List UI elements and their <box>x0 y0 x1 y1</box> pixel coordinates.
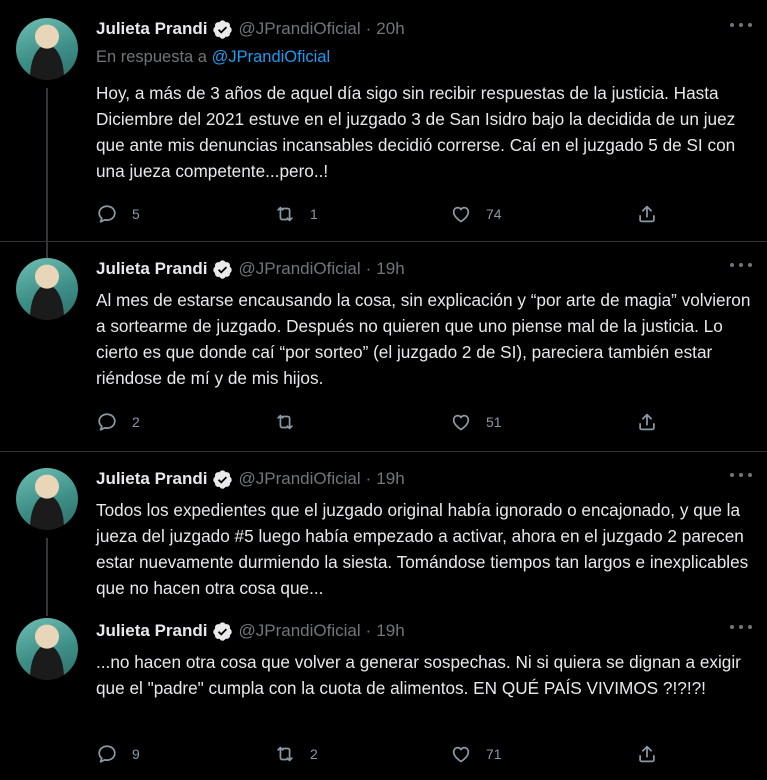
avatar[interactable] <box>16 468 78 530</box>
author-handle[interactable]: @JPrandiOficial <box>238 259 360 279</box>
more-icon[interactable] <box>729 470 753 480</box>
tweet-actions: 2 51 <box>96 410 656 434</box>
like-button[interactable]: 71 <box>450 742 502 766</box>
author-handle[interactable]: @JPrandiOficial <box>238 469 360 489</box>
tweet-text: Hoy, a más de 3 años de aquel día sigo s… <box>96 83 736 181</box>
like-icon <box>452 746 470 763</box>
share-button[interactable] <box>636 202 658 226</box>
more-icon[interactable] <box>729 260 753 270</box>
share-icon <box>639 745 655 763</box>
tweet-actions: 9 2 71 <box>96 742 656 766</box>
separator-dot: · <box>365 469 372 488</box>
avatar[interactable] <box>16 18 78 80</box>
share-button[interactable] <box>636 410 658 434</box>
reply-prefix: En respuesta a <box>96 48 207 66</box>
tweet-divider <box>0 241 767 242</box>
reply-icon <box>98 205 116 223</box>
tweet-3[interactable]: Julieta Prandi @JPrandiOficial · 19h Tod… <box>0 464 767 616</box>
author-name[interactable]: Julieta Prandi <box>96 19 207 39</box>
like-count: 74 <box>486 206 502 222</box>
like-count: 51 <box>486 414 502 430</box>
verified-badge-icon <box>213 469 233 489</box>
avatar[interactable] <box>16 258 78 320</box>
reply-count: 2 <box>132 414 140 430</box>
author-handle[interactable]: @JPrandiOficial <box>238 621 360 641</box>
more-icon[interactable] <box>729 20 753 30</box>
tweet-actions: 5 1 74 <box>96 202 656 226</box>
tweet-text: Todos los expedientes que el juzgado ori… <box>96 500 749 598</box>
retweet-icon <box>277 206 293 222</box>
verified-badge-icon <box>213 259 233 279</box>
share-icon <box>639 413 655 431</box>
tweet-header: Julieta Prandi @JPrandiOficial · 19h <box>96 616 405 646</box>
author-name[interactable]: Julieta Prandi <box>96 259 207 279</box>
tweet-header: Julieta Prandi @JPrandiOficial · 20h <box>96 14 405 44</box>
reply-button[interactable]: 5 <box>96 202 140 226</box>
like-button[interactable]: 51 <box>450 410 502 434</box>
verified-badge-icon <box>213 621 233 641</box>
timestamp[interactable]: 20h <box>376 19 404 39</box>
tweet-divider <box>0 451 767 452</box>
tweet-4[interactable]: Julieta Prandi @JPrandiOficial · 19h ...… <box>0 616 767 780</box>
tweet-header: Julieta Prandi @JPrandiOficial · 19h <box>96 254 405 284</box>
separator-dot: · <box>365 621 372 640</box>
more-icon[interactable] <box>729 622 753 632</box>
author-handle[interactable]: @JPrandiOficial <box>238 19 360 39</box>
separator-dot: · <box>365 19 372 38</box>
timestamp[interactable]: 19h <box>376 469 404 489</box>
retweet-icon <box>277 746 293 762</box>
like-count: 71 <box>486 746 502 762</box>
reply-icon <box>98 413 116 431</box>
share-button[interactable] <box>636 742 658 766</box>
reply-button[interactable]: 9 <box>96 742 140 766</box>
timestamp[interactable]: 19h <box>376 259 404 279</box>
like-icon <box>452 206 470 223</box>
retweet-count: 1 <box>310 206 318 222</box>
reply-count: 9 <box>132 746 140 762</box>
separator-dot: · <box>365 259 372 278</box>
author-name[interactable]: Julieta Prandi <box>96 469 207 489</box>
tweet-2[interactable]: Julieta Prandi @JPrandiOficial · 19h Al … <box>0 254 767 444</box>
like-button[interactable]: 74 <box>450 202 502 226</box>
thread-line <box>46 88 48 258</box>
share-icon <box>639 205 655 223</box>
reply-mention-link[interactable]: @JPrandiOficial <box>212 48 331 66</box>
avatar[interactable] <box>16 618 78 680</box>
retweet-button[interactable]: 1 <box>274 202 318 226</box>
retweet-icon <box>277 414 293 430</box>
reply-count: 5 <box>132 206 140 222</box>
retweet-count: 2 <box>310 746 318 762</box>
tweet-text: Al mes de estarse encausando la cosa, si… <box>96 290 751 388</box>
verified-badge-icon <box>213 19 233 39</box>
reply-icon <box>98 745 116 763</box>
tweet-text: ...no hacen otra cosa que volver a gener… <box>96 652 741 698</box>
tweet-1[interactable]: Julieta Prandi @JPrandiOficial · 20h En … <box>0 14 767 258</box>
thread-line <box>46 538 48 616</box>
reply-context: En respuesta a @JPrandiOficial <box>96 48 330 67</box>
timestamp[interactable]: 19h <box>376 621 404 641</box>
tweet-header: Julieta Prandi @JPrandiOficial · 19h <box>96 464 405 494</box>
like-icon <box>452 414 470 431</box>
retweet-button[interactable]: 2 <box>274 742 318 766</box>
author-name[interactable]: Julieta Prandi <box>96 621 207 641</box>
retweet-button[interactable] <box>274 410 310 434</box>
reply-button[interactable]: 2 <box>96 410 140 434</box>
